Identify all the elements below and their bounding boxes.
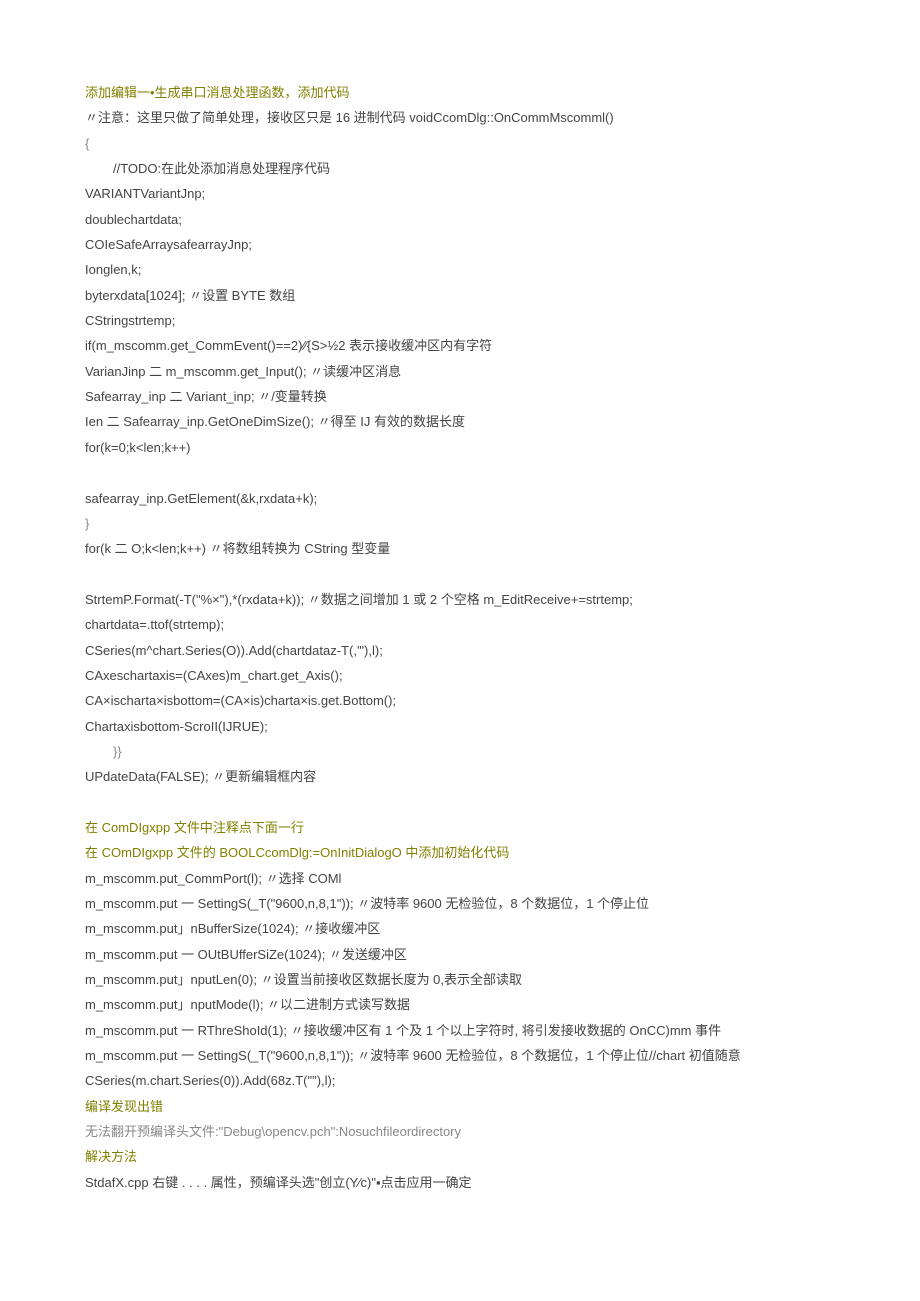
code-line [85, 790, 835, 815]
code-line: VarianJinp 二 m_mscomm.get_Input(); 〃读缓冲区… [85, 359, 835, 384]
code-line: m_mscomm.put」nputLen(0); 〃设置当前接收区数据长度为 0… [85, 967, 835, 992]
code-line: Chartaxisbottom-ScroII(IJRUE); [85, 714, 835, 739]
code-line: CSeries(m^chart.Series(O)).Add(chartdata… [85, 638, 835, 663]
code-line: m_mscomm.put 一 SettingS(_T("9600,n,8,1")… [85, 891, 835, 916]
code-line: m_mscomm.put 一 SettingS(_T("9600,n,8,1")… [85, 1043, 835, 1068]
code-line: Safearray_inp 二 Variant_inp; 〃/变量转换 [85, 384, 835, 409]
code-line: 解决方法 [85, 1144, 835, 1169]
code-line: CSeries(m.chart.Series(0)).Add(68z.T("")… [85, 1068, 835, 1093]
code-line: m_mscomm.put_CommPort(l); 〃选择 COMl [85, 866, 835, 891]
code-line: //TODO:在此处添加消息处理程序代码 [85, 156, 835, 181]
code-line: m_mscomm.put」nputMode(l); 〃以二进制方式读写数据 [85, 992, 835, 1017]
code-line: COIeSafeArraysafearrayJnp; [85, 232, 835, 257]
code-line [85, 460, 835, 485]
code-line: for(k 二 O;k<len;k++) 〃将数组转换为 CString 型变量 [85, 536, 835, 561]
code-line: safearray_inp.GetElement(&k,rxdata+k); [85, 486, 835, 511]
code-line: doublechartdata; [85, 207, 835, 232]
code-line: Ien 二 Safearray_inp.GetOneDimSize(); 〃得至… [85, 409, 835, 434]
code-line: } [85, 511, 835, 536]
code-line: CStringstrtemp; [85, 308, 835, 333]
code-line: 编译发现出错 [85, 1094, 835, 1119]
code-line: 〃注意：这里只做了简单处理，接收区只是 16 进制代码 voidCcomDlg:… [85, 105, 835, 130]
code-line: CAxeschartaxis=(CAxes)m_chart.get_Axis()… [85, 663, 835, 688]
code-line: m_mscomm.put」nBufferSize(1024); 〃接收缓冲区 [85, 916, 835, 941]
code-line: 在 COmDIgxpp 文件的 BOOLCcomDlg:=OnInitDialo… [85, 840, 835, 865]
code-line: CA×ischarta×isbottom=(CA×is)charta×is.ge… [85, 688, 835, 713]
code-line: 无法翻开预编译头文件:"Debug\opencv.pch":Nosuchfile… [85, 1119, 835, 1144]
document-body: 添加编辑一•生成串口消息处理函数，添加代码〃注意：这里只做了简单处理，接收区只是… [85, 80, 835, 1195]
code-line: VARIANTVariantJnp; [85, 181, 835, 206]
code-line: m_mscomm.put 一 RThreShoId(1); 〃接收缓冲区有 1 … [85, 1018, 835, 1043]
code-line: Ionglen,k; [85, 257, 835, 282]
code-line: for(k=0;k<len;k++) [85, 435, 835, 460]
code-line: m_mscomm.put 一 OUtBUfferSiZe(1024); 〃发送缓… [85, 942, 835, 967]
code-line: if(m_mscomm.get_CommEvent()==2)∕∕{S>½2 表… [85, 333, 835, 358]
code-line: UPdateData(FALSE); 〃更新编辑框内容 [85, 764, 835, 789]
code-line: StdafX.cpp 右键 . . . . 属性，预编译头选"创立(Y∕c)"▪… [85, 1170, 835, 1195]
code-line: { [85, 131, 835, 156]
code-line: StrtemP.Format(-T("%×"),*(rxdata+k)); 〃数… [85, 587, 835, 612]
code-line: chartdata=.ttof(strtemp); [85, 612, 835, 637]
code-line [85, 562, 835, 587]
code-line: 在 ComDIgxpp 文件中注释点下面一行 [85, 815, 835, 840]
code-line: 添加编辑一•生成串口消息处理函数，添加代码 [85, 80, 835, 105]
code-line: }} [85, 739, 835, 764]
code-line: byterxdata[1024]; 〃设置 BYTE 数组 [85, 283, 835, 308]
